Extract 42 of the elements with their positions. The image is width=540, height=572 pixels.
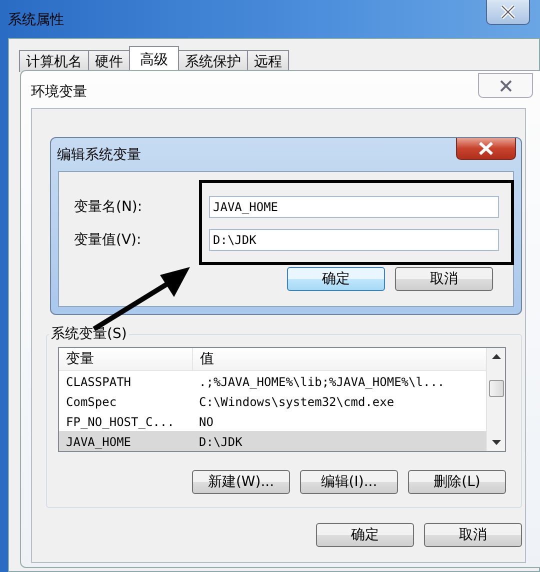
table-cell-text: C:\Windows\system32\cmd.exe [198,394,394,408]
close-button[interactable] [478,73,533,98]
table-cell-text: JAVA_HOME [65,434,132,448]
scroll-down-icon[interactable] [492,440,500,446]
scrollbar[interactable] [486,348,505,451]
list-row[interactable]: FP_NO_HOST_C... NO [59,411,486,431]
list-action-button[interactable]: 编辑(I)... [300,470,398,494]
tab[interactable]: 计算机名 [19,50,89,72]
field-label: 变量值(V): [74,231,142,249]
dialog-button[interactable]: 确定 [287,267,385,291]
table-cell-text: D:\JDK [198,434,242,448]
table-cell-text: FP_NO_HOST_C... [65,414,176,428]
column-header[interactable]: 值 [193,348,214,370]
list-row[interactable]: JAVA_HOME D:\JDK [59,431,486,451]
tab[interactable]: 系统保护 [178,50,248,72]
tab[interactable]: 远程 [247,50,289,72]
table-cell-text: CLASSPATH [65,374,132,388]
scroll-thumb[interactable] [488,380,504,397]
list-row[interactable]: CLASSPATH .;%JAVA_HOME%\lib;%JAVA_HOME%\l... [59,371,486,391]
list-action-button[interactable]: 删除(L) [408,470,506,494]
field-label: 变量名(N): [74,198,144,216]
list-row[interactable]: ComSpec C:\Windows\system32\cmd.exe [59,391,486,411]
list-action-button[interactable]: 新建(W)... [192,470,290,494]
close-button[interactable] [456,138,516,160]
column-header[interactable]: 变量 [59,348,193,370]
input-field[interactable]: D:\JDK [209,229,499,251]
close-icon [498,80,512,92]
dialog-button[interactable]: 取消 [424,523,522,547]
window-title: 环境变量 [31,83,87,101]
dialog-button[interactable]: 确定 [316,523,414,547]
scroll-up-icon[interactable] [492,354,500,360]
tab[interactable]: 高级 [129,46,179,72]
close-button[interactable] [486,0,530,25]
table-cell-text: NO [198,414,214,428]
table-cell-text: ComSpec [65,394,118,408]
window-title: 系统属性 [8,11,64,29]
input-field[interactable]: JAVA_HOME [209,196,499,218]
dialog-button[interactable]: 取消 [395,267,493,291]
close-icon [500,5,516,19]
close-icon [478,142,494,155]
table-cell-text: .;%JAVA_HOME%\lib;%JAVA_HOME%\l... [198,374,445,388]
window-title: 编辑系统变量 [57,146,141,164]
